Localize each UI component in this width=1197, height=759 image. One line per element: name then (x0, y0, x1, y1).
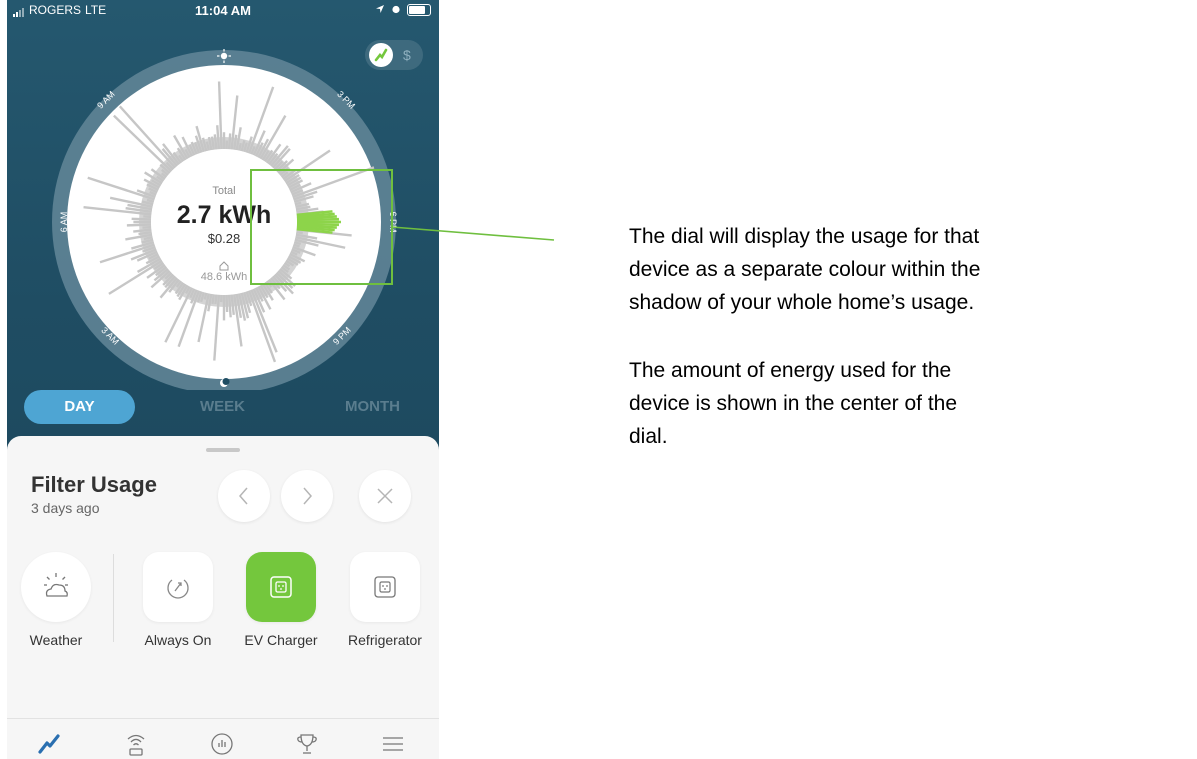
hour-label-6am: 6 AM (59, 212, 69, 233)
total-cost: $0.28 (208, 231, 241, 246)
close-icon (377, 488, 393, 504)
nav-menu-tab[interactable] (375, 730, 411, 758)
hour-label-6pm: 6 PM (388, 211, 398, 232)
outlet-icon (270, 576, 292, 598)
weather-label: Weather (29, 632, 83, 648)
ev-charger-filter-button[interactable] (246, 552, 316, 622)
phone-screen: ROGERS LTE 11:04 AM $ 6 AM 9 AM 3 PM 6 P… (7, 0, 439, 759)
refrigerator-filter-button[interactable] (350, 552, 420, 622)
nav-meter-tab[interactable] (118, 730, 154, 758)
ev-charger-label: EV Charger (244, 632, 318, 648)
nav-goals-tab[interactable] (289, 730, 325, 758)
tab-day[interactable]: DAY (24, 390, 135, 424)
nav-usage-tab[interactable] (31, 730, 67, 758)
chat-bars-icon (211, 733, 233, 755)
always-on-icon (167, 579, 189, 599)
total-label: Total (212, 185, 235, 197)
total-kwh: 2.7 kWh (177, 201, 271, 229)
refrigerator-label: Refrigerator (348, 632, 422, 648)
trophy-icon (297, 734, 317, 754)
filter-title: Filter Usage (31, 472, 157, 497)
outlet-icon (374, 576, 396, 598)
filter-subtitle: 3 days ago (31, 500, 100, 516)
tab-week[interactable]: WEEK (167, 390, 278, 424)
nav-insights-tab[interactable] (204, 730, 240, 758)
close-filter-button[interactable] (359, 470, 411, 522)
center-description-text: The amount of energy used for the device… (629, 359, 958, 448)
filter-divider (113, 554, 114, 642)
usage-dial[interactable]: 6 AM 9 AM 3 PM 6 PM 9 PM 3 AM Total 2.7 … (7, 0, 439, 390)
previous-button[interactable] (218, 470, 270, 522)
dial-description-text: The dial will display the usage for that… (629, 225, 981, 314)
meter-signal-icon (127, 734, 145, 756)
home-kwh: 48.6 kWh (201, 271, 247, 283)
always-on-label: Always On (144, 632, 212, 648)
device-usage-highlight (296, 210, 341, 234)
tab-month[interactable]: MONTH (317, 390, 428, 424)
weather-filter-button[interactable] (21, 552, 91, 622)
menu-icon (383, 737, 403, 751)
usage-chart-icon (38, 734, 60, 754)
filter-sheet: Filter Usage 3 days ago Weather Always O… (7, 436, 439, 759)
chevron-right-icon (303, 487, 312, 505)
next-button[interactable] (281, 470, 333, 522)
tab-bar-divider (7, 718, 439, 719)
weather-icon (44, 573, 68, 597)
sheet-drag-handle[interactable] (206, 448, 240, 452)
always-on-filter-button[interactable] (143, 552, 213, 622)
chevron-left-icon (239, 487, 248, 505)
period-tabs: DAY WEEK MONTH (7, 390, 439, 424)
